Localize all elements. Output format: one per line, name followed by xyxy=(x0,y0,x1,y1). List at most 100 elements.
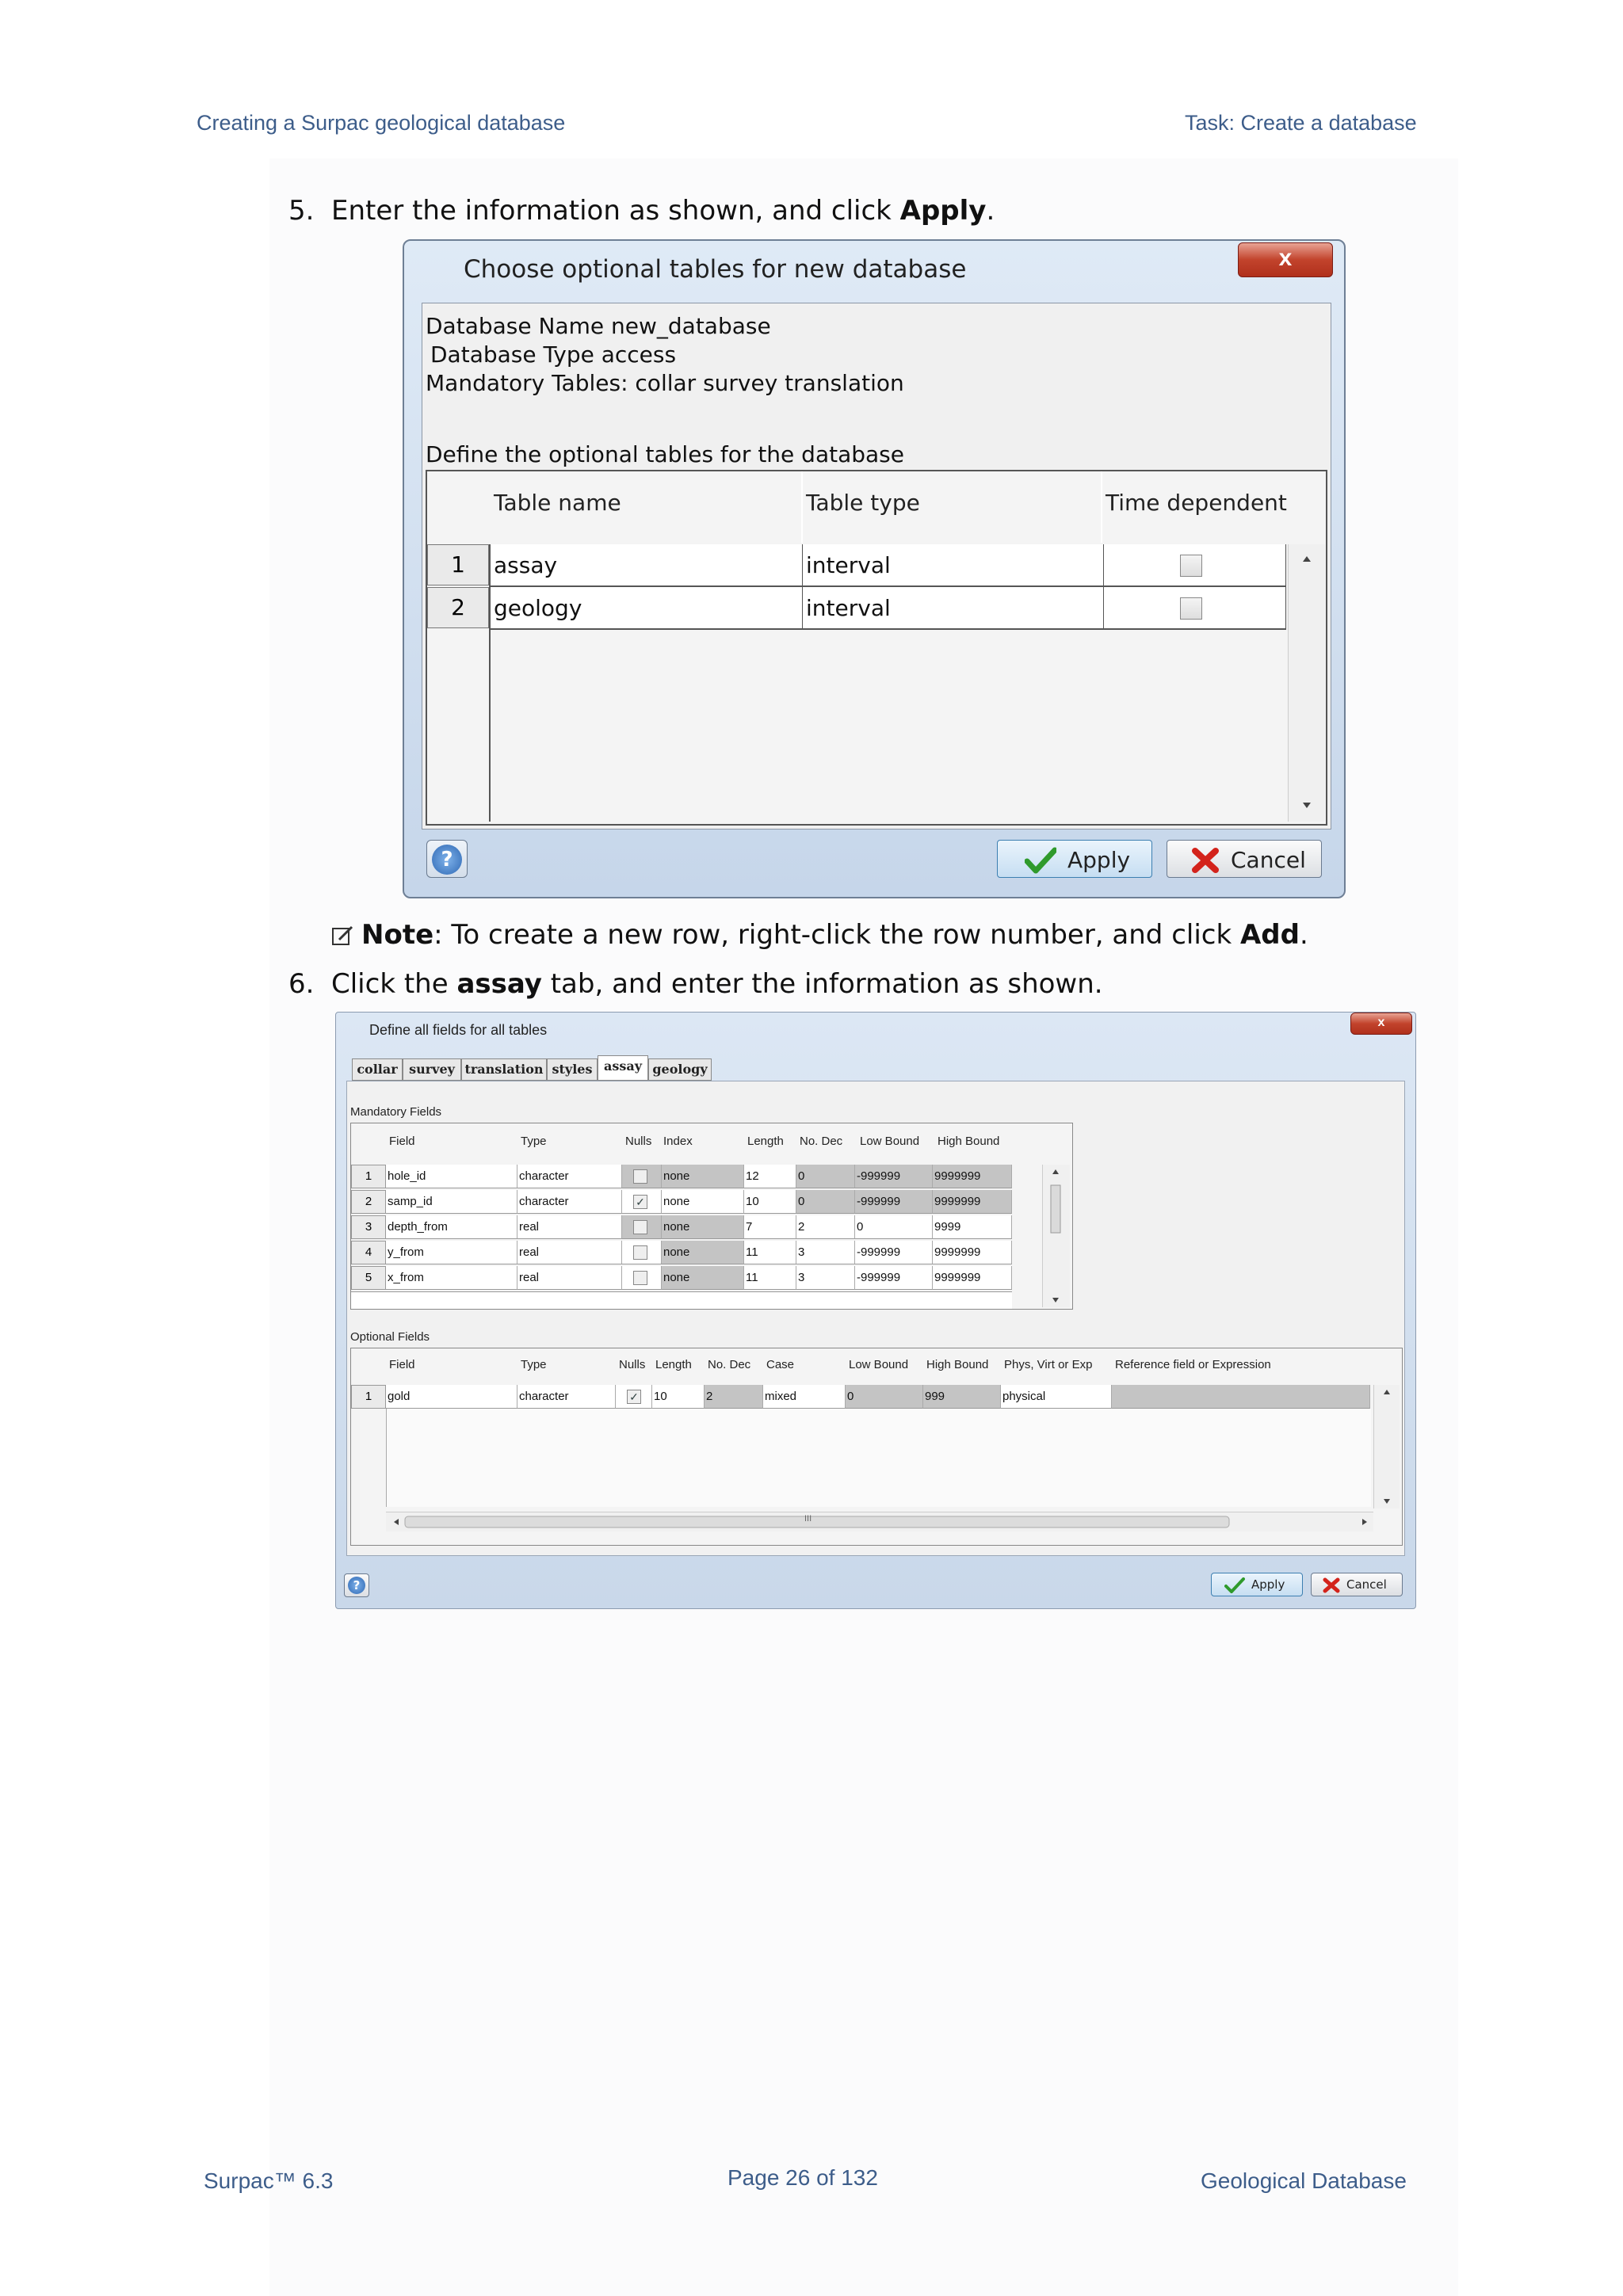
dec-cell[interactable]: 0 xyxy=(796,1190,855,1214)
dec-cell[interactable]: 0 xyxy=(796,1165,855,1188)
cancel-button[interactable]: Cancel xyxy=(1167,840,1322,878)
table-name-cell[interactable]: geology xyxy=(491,587,803,630)
col-header-nulls: Nulls xyxy=(619,1358,646,1371)
dec-cell[interactable]: 3 xyxy=(796,1266,855,1290)
step-text: Click the assay tab, and enter the infor… xyxy=(331,968,1103,1000)
cancel-button[interactable]: Cancel xyxy=(1311,1573,1403,1596)
low-bound-cell[interactable]: 0 xyxy=(855,1215,933,1239)
length-cell[interactable]: 10 xyxy=(652,1385,705,1409)
apply-label: Apply xyxy=(1067,847,1131,873)
type-cell[interactable]: character xyxy=(517,1385,616,1409)
table-type-cell[interactable]: interval xyxy=(803,544,1104,587)
col-header-length: Length xyxy=(655,1358,692,1371)
field-cell[interactable]: gold xyxy=(386,1385,517,1409)
low-bound-cell[interactable]: -999999 xyxy=(855,1165,933,1188)
row-number[interactable]: 1 xyxy=(351,1165,386,1188)
help-button[interactable]: ? xyxy=(344,1573,369,1597)
field-cell[interactable]: y_from xyxy=(386,1241,517,1264)
high-bound-cell[interactable]: 9999999 xyxy=(933,1190,1012,1214)
nulls-checkbox[interactable] xyxy=(633,1169,647,1184)
nulls-cell[interactable]: ✓ xyxy=(616,1385,652,1409)
nulls-cell[interactable] xyxy=(622,1241,662,1264)
time-dependent-cell[interactable] xyxy=(1104,587,1286,630)
type-cell[interactable]: real xyxy=(517,1241,622,1264)
dec-cell[interactable]: 2 xyxy=(796,1215,855,1239)
help-button[interactable]: ? xyxy=(426,840,468,878)
vertical-scrollbar[interactable] xyxy=(1042,1165,1070,1307)
index-cell[interactable]: none xyxy=(662,1165,744,1188)
field-cell[interactable]: samp_id xyxy=(386,1190,517,1214)
case-cell[interactable]: mixed xyxy=(763,1385,846,1409)
type-cell[interactable]: real xyxy=(517,1266,622,1290)
note-icon xyxy=(332,925,353,945)
type-cell[interactable]: real xyxy=(517,1215,622,1239)
low-bound-cell[interactable]: -999999 xyxy=(855,1241,933,1264)
dec-cell[interactable]: 2 xyxy=(705,1385,763,1409)
tab-survey[interactable]: survey xyxy=(403,1058,461,1081)
high-bound-cell[interactable]: 9999999 xyxy=(933,1266,1012,1290)
low-bound-cell[interactable]: -999999 xyxy=(855,1190,933,1214)
index-cell[interactable]: none xyxy=(662,1215,744,1239)
row-number[interactable]: 5 xyxy=(351,1266,386,1290)
time-dependent-cell[interactable] xyxy=(1104,544,1286,587)
length-cell[interactable]: 10 xyxy=(744,1190,796,1214)
vertical-scrollbar[interactable] xyxy=(1288,544,1325,822)
low-bound-cell[interactable]: -999999 xyxy=(855,1266,933,1290)
nulls-cell[interactable] xyxy=(622,1215,662,1239)
row-number[interactable]: 3 xyxy=(351,1215,386,1239)
type-cell[interactable]: character xyxy=(517,1190,622,1214)
reference-cell[interactable] xyxy=(1112,1385,1370,1409)
tab-styles[interactable]: styles xyxy=(547,1058,598,1081)
apply-label: Apply xyxy=(1251,1577,1285,1592)
tab-collar[interactable]: collar xyxy=(352,1058,403,1081)
high-bound-cell[interactable]: 9999999 xyxy=(933,1165,1012,1188)
high-bound-cell[interactable]: 9999 xyxy=(933,1215,1012,1239)
row-number[interactable]: 1 xyxy=(351,1385,386,1409)
nulls-checkbox[interactable] xyxy=(633,1271,647,1285)
nulls-cell[interactable] xyxy=(622,1165,662,1188)
field-cell[interactable]: depth_from xyxy=(386,1215,517,1239)
index-cell[interactable]: none xyxy=(662,1241,744,1264)
high-bound-cell[interactable]: 999 xyxy=(923,1385,1001,1409)
length-cell[interactable]: 11 xyxy=(744,1266,796,1290)
field-cell[interactable]: hole_id xyxy=(386,1165,517,1188)
tab-translation[interactable]: translation xyxy=(461,1058,547,1081)
length-cell[interactable]: 11 xyxy=(744,1241,796,1264)
phys-virt-exp-cell[interactable]: physical xyxy=(1001,1385,1112,1409)
tab-geology[interactable]: geology xyxy=(648,1058,712,1081)
type-cell[interactable]: character xyxy=(517,1165,622,1188)
nulls-cell[interactable]: ✓ xyxy=(622,1190,662,1214)
index-cell[interactable]: none xyxy=(662,1266,744,1290)
nulls-checkbox[interactable] xyxy=(633,1220,647,1234)
time-dependent-checkbox[interactable] xyxy=(1180,555,1202,577)
tab-assay[interactable]: assay xyxy=(598,1055,648,1081)
header-left: Creating a Surpac geological database xyxy=(197,111,566,135)
row-number[interactable]: 4 xyxy=(351,1241,386,1264)
nulls-checkbox-checked[interactable]: ✓ xyxy=(627,1390,641,1404)
apply-button[interactable]: Apply xyxy=(1211,1573,1303,1596)
mandatory-tables-line: Mandatory Tables: collar survey translat… xyxy=(426,370,904,396)
partial-row xyxy=(351,1291,1012,1309)
close-button[interactable]: x xyxy=(1350,1013,1412,1035)
table-type-cell[interactable]: interval xyxy=(803,587,1104,630)
nulls-cell[interactable] xyxy=(622,1266,662,1290)
nulls-checkbox-checked[interactable]: ✓ xyxy=(633,1195,647,1209)
low-bound-cell[interactable]: 0 xyxy=(846,1385,923,1409)
field-cell[interactable]: x_from xyxy=(386,1266,517,1290)
length-cell[interactable]: 12 xyxy=(744,1165,796,1188)
row-number[interactable]: 1 xyxy=(427,544,489,585)
apply-button[interactable]: Apply xyxy=(997,840,1152,878)
close-button[interactable]: x xyxy=(1238,242,1333,277)
length-cell[interactable]: 7 xyxy=(744,1215,796,1239)
dec-cell[interactable]: 3 xyxy=(796,1241,855,1264)
row-number[interactable]: 2 xyxy=(427,587,489,628)
nulls-checkbox[interactable] xyxy=(633,1245,647,1260)
row-number[interactable]: 2 xyxy=(351,1190,386,1214)
index-cell[interactable]: none xyxy=(662,1190,744,1214)
high-bound-cell[interactable]: 9999999 xyxy=(933,1241,1012,1264)
vertical-scrollbar[interactable] xyxy=(1373,1385,1400,1508)
close-icon: x xyxy=(1278,245,1293,271)
table-name-cell[interactable]: assay xyxy=(491,544,803,587)
time-dependent-checkbox[interactable] xyxy=(1180,597,1202,620)
horizontal-scrollbar[interactable]: III xyxy=(386,1512,1373,1531)
